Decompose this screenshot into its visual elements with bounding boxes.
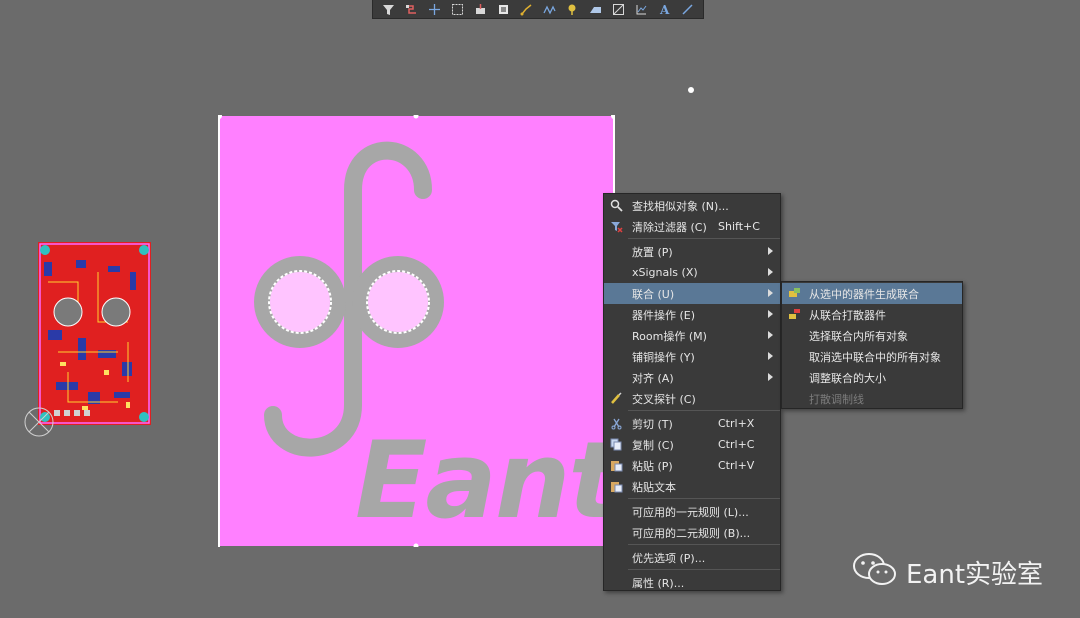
menu-item-align[interactable]: 对齐 (A) [604,367,780,388]
via-icon[interactable] [565,2,581,17]
find-similar-icon [610,199,623,212]
submenu-arrow-icon [768,310,773,318]
menu-item-find-similar[interactable]: 查找相似对象 (N)... [604,195,780,216]
submenu-arrow-icon [768,289,773,297]
fill-icon[interactable] [611,2,627,17]
text-icon[interactable]: A [657,2,673,17]
submenu-item-break-tuning: 打散调制线 [809,392,864,406]
menu-item-copy[interactable]: 复制 (C) Ctrl+C [604,434,780,455]
filter-icon[interactable] [381,2,397,17]
paste-icon [610,459,623,472]
menu-item-binary-rules[interactable]: 可应用的二元规则 (B)... [604,522,780,543]
menu-item-xsignals[interactable]: xSignals (X) [604,262,780,283]
cut-icon [610,417,623,430]
submenu-item-select-all-in-union[interactable]: 选择联合内所有对象 [782,325,962,346]
top-toolbar: A [372,0,704,19]
submenu-item-resize-union[interactable]: 调整联合的大小 [782,367,962,388]
break-union-icon [788,308,801,321]
menu-item-cut[interactable]: 剪切 (T) Ctrl+X [604,413,780,434]
menu-item-unary-rules[interactable]: 可应用的一元规则 (L)... [604,501,780,522]
wechat-icon [852,552,898,592]
place-component-icon[interactable] [473,2,489,17]
menu-separator [628,498,780,500]
pcb-thumbnail[interactable] [38,242,151,425]
paste-text-icon [610,480,623,493]
menu-item-union[interactable]: 联合 (U) [604,283,780,304]
menu-item-paste-text[interactable]: 粘贴文本 [604,476,780,497]
menu-item-polygon-actions[interactable]: 铺铜操作 (Y) [604,346,780,367]
menu-item-component-actions[interactable]: 器件操作 (E) [604,304,780,325]
submenu-arrow-icon [768,352,773,360]
union-submenu: 从选中的器件生成联合 从联合打散器件 选择联合内所有对象 取消选中联合中的所有对… [781,281,963,409]
menu-separator [628,544,780,546]
origin-marker-icon [22,405,56,439]
cursor-dot [688,87,694,93]
clear-filter-icon [610,220,623,233]
submenu-arrow-icon [768,268,773,276]
polygon-icon[interactable] [588,2,604,17]
rectangle-select-icon[interactable] [450,2,466,17]
cross-icon[interactable] [427,2,443,17]
submenu-arrow-icon [768,247,773,255]
menu-item-properties[interactable]: 属性 (R)... [604,572,780,593]
submenu-arrow-icon [768,373,773,381]
submenu-item-break-union[interactable]: 从联合打散器件 [782,304,962,325]
submenu-arrow-icon [768,331,773,339]
create-union-icon [788,287,801,300]
submenu-item-deselect-all-in-union[interactable]: 取消选中联合中的所有对象 [782,346,962,367]
svg-text:A: A [659,3,670,16]
menu-separator [628,238,780,240]
menu-item-paste[interactable]: 粘贴 (P) Ctrl+V [604,455,780,476]
dimension-icon[interactable] [634,2,650,17]
menu-item-room-actions[interactable]: Room操作 (M) [604,325,780,346]
menu-separator [628,410,780,412]
menu-item-clear-filter[interactable]: 清除过滤器 (C) Shift+C [604,216,780,237]
submenu-item-create-union[interactable]: 从选中的器件生成联合 [782,283,962,304]
route-icon[interactable] [404,2,420,17]
diff-pair-icon[interactable] [542,2,558,17]
line-icon[interactable] [680,2,696,17]
context-menu: 查找相似对象 (N)... 清除过滤器 (C) Shift+C 放置 (P) x… [603,193,781,591]
menu-item-place[interactable]: 放置 (P) [604,241,780,262]
board-logo-text: Eant [355,419,619,542]
pad-icon[interactable] [496,2,512,17]
menu-item-cross-probe[interactable]: 交叉探针 (C) [604,388,780,409]
menu-separator [628,569,780,571]
copy-icon [610,438,623,451]
menu-item-preferences[interactable]: 优先选项 (P)... [604,547,780,568]
watermark: Eant实验室 [852,552,1043,592]
cross-probe-icon [610,392,623,405]
interactive-route-icon[interactable] [519,2,535,17]
watermark-text: Eant实验室 [906,559,1044,590]
